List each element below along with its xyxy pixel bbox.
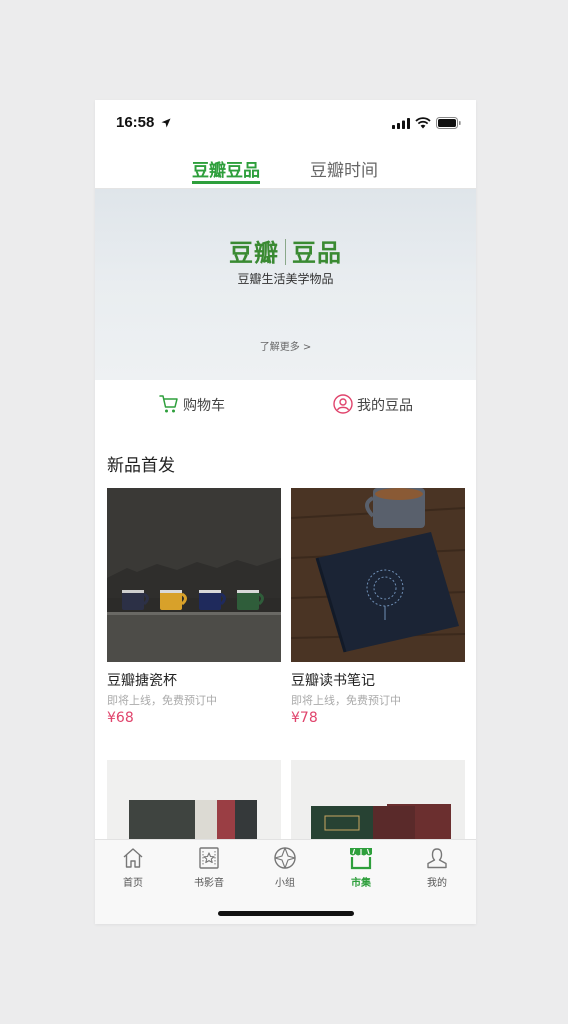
- shopping-cart-icon: [159, 395, 178, 413]
- home-icon: [123, 848, 143, 868]
- shortcut-row: 购物车 我的豆品: [95, 380, 476, 432]
- nav-label-market: 市集: [351, 878, 371, 889]
- product-status: 即将上线，免费预订中: [291, 694, 401, 707]
- product-card[interactable]: 豆瓣搪瓷杯 即将上线，免费预订中 ¥68: [107, 488, 281, 738]
- nav-item-profile[interactable]: 我的: [399, 846, 475, 894]
- nav-label-profile: 我的: [427, 878, 447, 889]
- section-title-new-arrivals: 新品首发: [107, 456, 175, 476]
- product-price: ¥78: [291, 710, 318, 726]
- banner-logo-divider: [285, 239, 286, 265]
- nav-item-home[interactable]: 首页: [95, 846, 171, 894]
- book-movie-music-icon: [199, 847, 219, 869]
- tab-douban-goods[interactable]: 豆瓣豆品: [192, 156, 260, 181]
- cellular-signal-icon: [392, 118, 410, 129]
- battery-icon: [436, 117, 461, 129]
- nav-item-market[interactable]: 市集: [323, 846, 399, 894]
- product-price: ¥68: [107, 710, 134, 726]
- banner-subtitle: 豆瓣生活美学物品: [237, 272, 334, 286]
- phone-screen: 16:58 豆瓣豆品 豆瓣时间 豆瓣 豆品 豆瓣生活美学物品 了解更多 > 购物…: [95, 100, 476, 924]
- product-card[interactable]: 豆瓣读书笔记 即将上线，免费预订中 ¥78: [291, 488, 465, 738]
- status-time: 16:58: [116, 114, 155, 131]
- active-tab-indicator: [192, 181, 260, 184]
- promo-banner[interactable]: 豆瓣 豆品 豆瓣生活美学物品 了解更多 >: [95, 189, 476, 380]
- product-name: 豆瓣搪瓷杯: [107, 673, 177, 689]
- product-status: 即将上线，免费预订中: [107, 694, 217, 707]
- top-tab-bar: 豆瓣豆品 豆瓣时间: [95, 144, 476, 189]
- nav-label-book-movie-music: 书影音: [194, 878, 224, 889]
- group-icon: [274, 847, 296, 869]
- product-name: 豆瓣读书笔记: [291, 673, 375, 689]
- home-indicator[interactable]: [218, 911, 354, 916]
- enamel-mugs-photo: [107, 488, 281, 662]
- nav-item-group[interactable]: 小组: [247, 846, 323, 894]
- my-goods-label: 我的豆品: [357, 398, 413, 414]
- location-arrow-icon: [161, 118, 171, 128]
- nav-label-group: 小组: [275, 878, 295, 889]
- bottom-tab-bar: 首页 书影音 小组 市集 我的: [95, 839, 476, 924]
- tab-douban-time[interactable]: 豆瓣时间: [310, 156, 378, 181]
- nav-label-home: 首页: [123, 878, 143, 889]
- learn-more-link[interactable]: 了解更多 >: [95, 338, 476, 353]
- shopping-cart-label: 购物车: [183, 398, 225, 414]
- wifi-icon: [415, 117, 431, 129]
- profile-icon: [427, 848, 447, 869]
- banner-logo-right: 豆品: [292, 239, 342, 267]
- market-icon: [350, 848, 372, 870]
- status-bar: 16:58: [95, 100, 476, 144]
- user-circle-icon: [333, 394, 353, 414]
- nav-item-book-movie-music[interactable]: 书影音: [171, 846, 247, 894]
- notebook-coffee-photo: [291, 488, 465, 662]
- banner-logo: 豆瓣 豆品: [95, 233, 476, 268]
- banner-logo-left: 豆瓣: [229, 239, 279, 267]
